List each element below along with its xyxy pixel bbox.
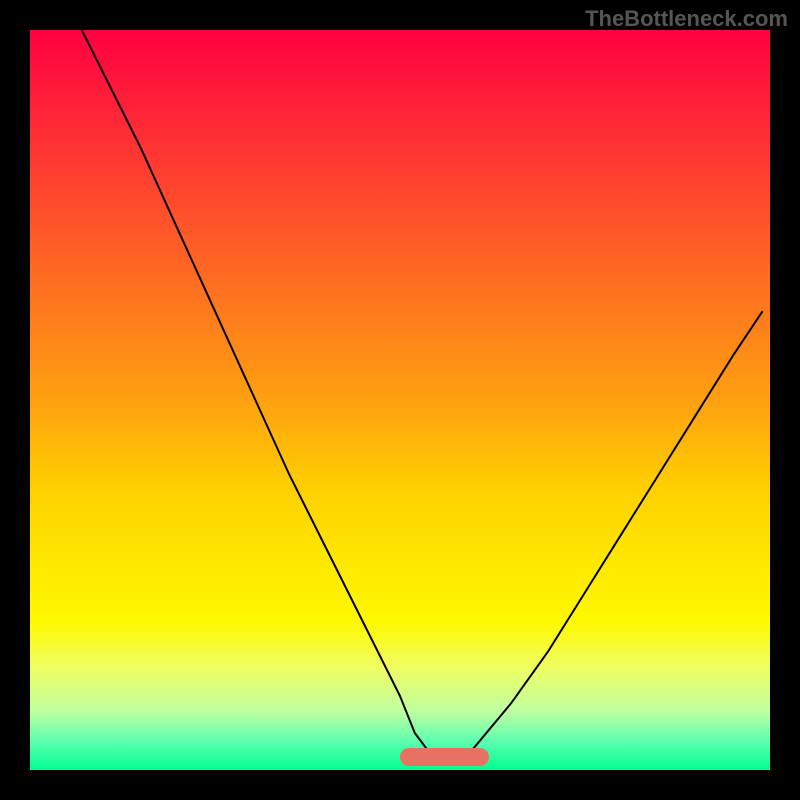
plot-area (30, 30, 770, 770)
bottleneck-curve (82, 30, 763, 763)
watermark-text: TheBottleneck.com (585, 6, 788, 32)
curve-svg (30, 30, 770, 770)
optimal-range-highlight (400, 748, 489, 766)
